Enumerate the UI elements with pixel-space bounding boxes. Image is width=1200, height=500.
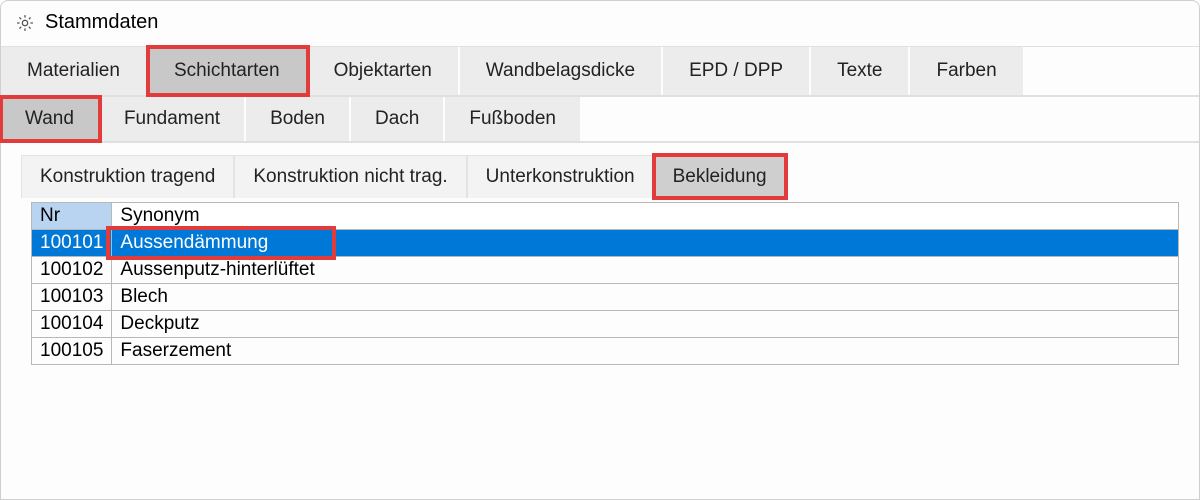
table-row[interactable]: 100105Faserzement bbox=[32, 338, 1179, 365]
cell-nr[interactable]: 100105 bbox=[32, 338, 112, 365]
cell-nr[interactable]: 100103 bbox=[32, 284, 112, 311]
tabs-level2: WandFundamentBodenDachFußboden bbox=[1, 96, 1199, 142]
table-row[interactable]: 100102Aussenputz-hinterlüftet bbox=[32, 257, 1179, 284]
cell-synonym[interactable]: Deckputz bbox=[112, 311, 1179, 338]
cell-nr[interactable]: 100102 bbox=[32, 257, 112, 284]
table-wrapper: Nr Synonym 100101Aussendämmung100102Auss… bbox=[1, 202, 1199, 365]
table-row[interactable]: 100104Deckputz bbox=[32, 311, 1179, 338]
cell-nr[interactable]: 100101 bbox=[32, 230, 112, 257]
gear-icon bbox=[15, 13, 35, 33]
tab-fundament[interactable]: Fundament bbox=[100, 97, 246, 141]
col-header-nr[interactable]: Nr bbox=[32, 203, 112, 230]
window-title: Stammdaten bbox=[45, 11, 158, 34]
tab-schichtarten[interactable]: Schichtarten bbox=[148, 47, 308, 95]
tab-dach[interactable]: Dach bbox=[351, 97, 445, 141]
tabs-level1: MaterialienSchichtartenObjektartenWandbe… bbox=[1, 46, 1199, 96]
tab-boden[interactable]: Boden bbox=[246, 97, 351, 141]
table-row[interactable]: 100103Blech bbox=[32, 284, 1179, 311]
titlebar: Stammdaten bbox=[1, 1, 1199, 46]
tab-konstruktion-tragend[interactable]: Konstruktion tragend bbox=[21, 155, 234, 198]
table-body: 100101Aussendämmung100102Aussenputz-hint… bbox=[32, 230, 1179, 365]
cell-synonym[interactable]: Faserzement bbox=[112, 338, 1179, 365]
cell-nr[interactable]: 100104 bbox=[32, 311, 112, 338]
tab-objektarten[interactable]: Objektarten bbox=[308, 47, 460, 95]
tab-konstruktion-nicht-trag-[interactable]: Konstruktion nicht trag. bbox=[234, 155, 466, 198]
cell-synonym[interactable]: Aussendämmung bbox=[112, 230, 1179, 257]
data-table[interactable]: Nr Synonym 100101Aussendämmung100102Auss… bbox=[31, 202, 1179, 365]
tab-wandbelagsdicke[interactable]: Wandbelagsdicke bbox=[460, 47, 663, 95]
tabs-level3: Konstruktion tragendKonstruktion nicht t… bbox=[1, 142, 1199, 200]
cell-synonym[interactable]: Aussenputz-hinterlüftet bbox=[112, 257, 1179, 284]
tab-wand[interactable]: Wand bbox=[1, 97, 100, 141]
tab-farben[interactable]: Farben bbox=[910, 47, 1024, 95]
tab-texte[interactable]: Texte bbox=[811, 47, 910, 95]
cell-synonym[interactable]: Blech bbox=[112, 284, 1179, 311]
tab-materialien[interactable]: Materialien bbox=[1, 47, 148, 95]
window: Stammdaten MaterialienSchichtartenObjekt… bbox=[0, 0, 1200, 500]
tab-bekleidung[interactable]: Bekleidung bbox=[654, 155, 786, 198]
highlight-box bbox=[106, 226, 336, 260]
table-row[interactable]: 100101Aussendämmung bbox=[32, 230, 1179, 257]
table-header-row: Nr Synonym bbox=[32, 203, 1179, 230]
tab-unterkonstruktion[interactable]: Unterkonstruktion bbox=[467, 155, 654, 198]
tab-epd-dpp[interactable]: EPD / DPP bbox=[663, 47, 811, 95]
col-header-synonym[interactable]: Synonym bbox=[112, 203, 1179, 230]
tab-fu-boden[interactable]: Fußboden bbox=[445, 97, 582, 141]
